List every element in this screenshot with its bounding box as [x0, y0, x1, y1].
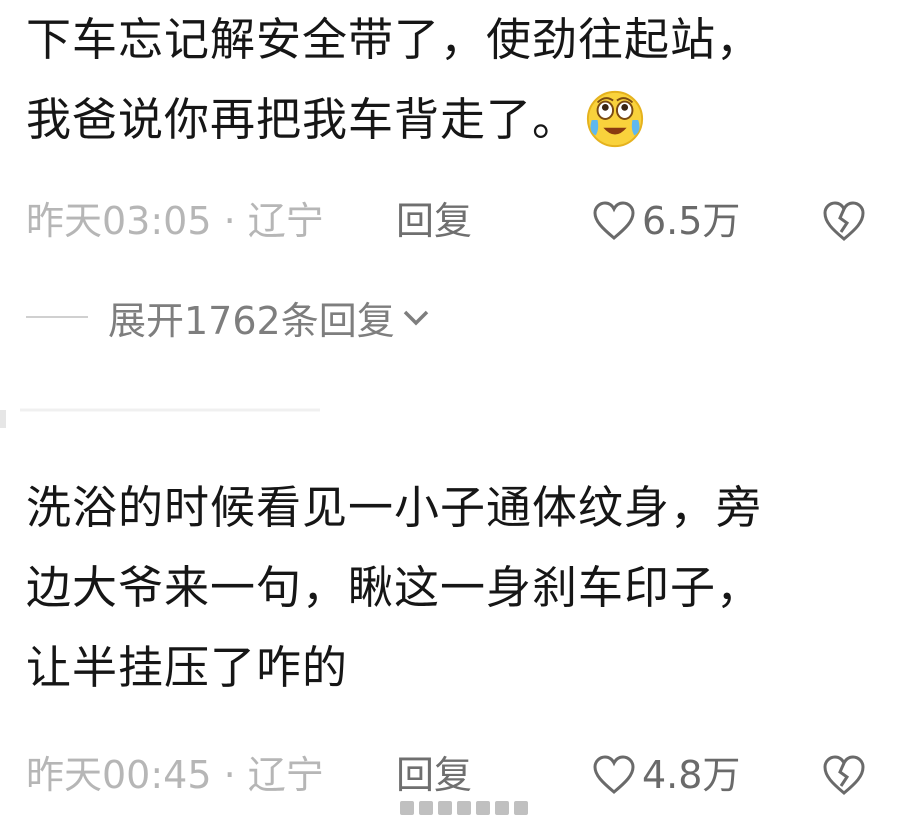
comment-1-like-button[interactable]: 6.5万: [592, 196, 740, 246]
watermark-mark: [476, 801, 490, 815]
chevron-down-icon: [403, 310, 428, 326]
cropped-header-strip: [0, 408, 320, 428]
watermark-mark: [514, 801, 528, 815]
watermark-strip: [400, 800, 530, 816]
comment-2-line-3: 让半挂压了咋的: [26, 641, 349, 694]
expand-replies-button[interactable]: 展开1762条回复: [26, 292, 431, 343]
comment-1-line-1: 下车忘记解安全带了，使劲往起站，: [26, 13, 763, 66]
comment-2-text: 洗浴的时候看见一小子通体纹身，旁 边大爷来一句，瞅这一身刹车印子， 让半挂压了咋…: [26, 468, 876, 708]
comment-2-reply-button[interactable]: 回复: [396, 750, 472, 800]
comment-1-like-count: 6.5万: [642, 199, 741, 243]
heart-outline-icon: [593, 201, 635, 240]
broken-heart-icon[interactable]: [822, 754, 866, 796]
watermark-mark: [438, 801, 452, 815]
expand-replies-label: 展开1762条回复: [108, 298, 395, 343]
comment-2-line-2: 边大爷来一句，瞅这一身刹车印子，: [26, 561, 763, 614]
comment-2-like-button[interactable]: 4.8万: [592, 750, 740, 800]
comment-2-like-count: 4.8万: [642, 753, 741, 797]
watermark-mark: [495, 801, 509, 815]
comment-1-meta: 昨天03:05 · 辽宁 回复 6.5万: [26, 196, 871, 246]
comment-1-text: 下车忘记解安全带了，使劲往起站， 我爸说你再把我车背走了。: [26, 0, 876, 160]
broken-heart-icon[interactable]: [822, 200, 866, 242]
laughing-crying-emoji-icon: [586, 90, 644, 148]
comment-1-line-2: 我爸说你再把我车背走了。: [26, 80, 876, 160]
comment-2-time: 昨天00:45 · 辽宁: [26, 753, 324, 797]
watermark-mark: [457, 801, 471, 815]
heart-outline-icon: [593, 755, 635, 794]
comment-2-meta: 昨天00:45 · 辽宁 回复 4.8万: [26, 750, 871, 800]
watermark-mark: [400, 801, 414, 815]
expand-dash: [26, 316, 88, 318]
watermark-mark: [419, 801, 433, 815]
comment-1-reply-button[interactable]: 回复: [396, 196, 472, 246]
comment-1-time: 昨天03:05 · 辽宁: [26, 199, 324, 243]
comment-2-line-1: 洗浴的时候看见一小子通体纹身，旁: [26, 481, 763, 534]
